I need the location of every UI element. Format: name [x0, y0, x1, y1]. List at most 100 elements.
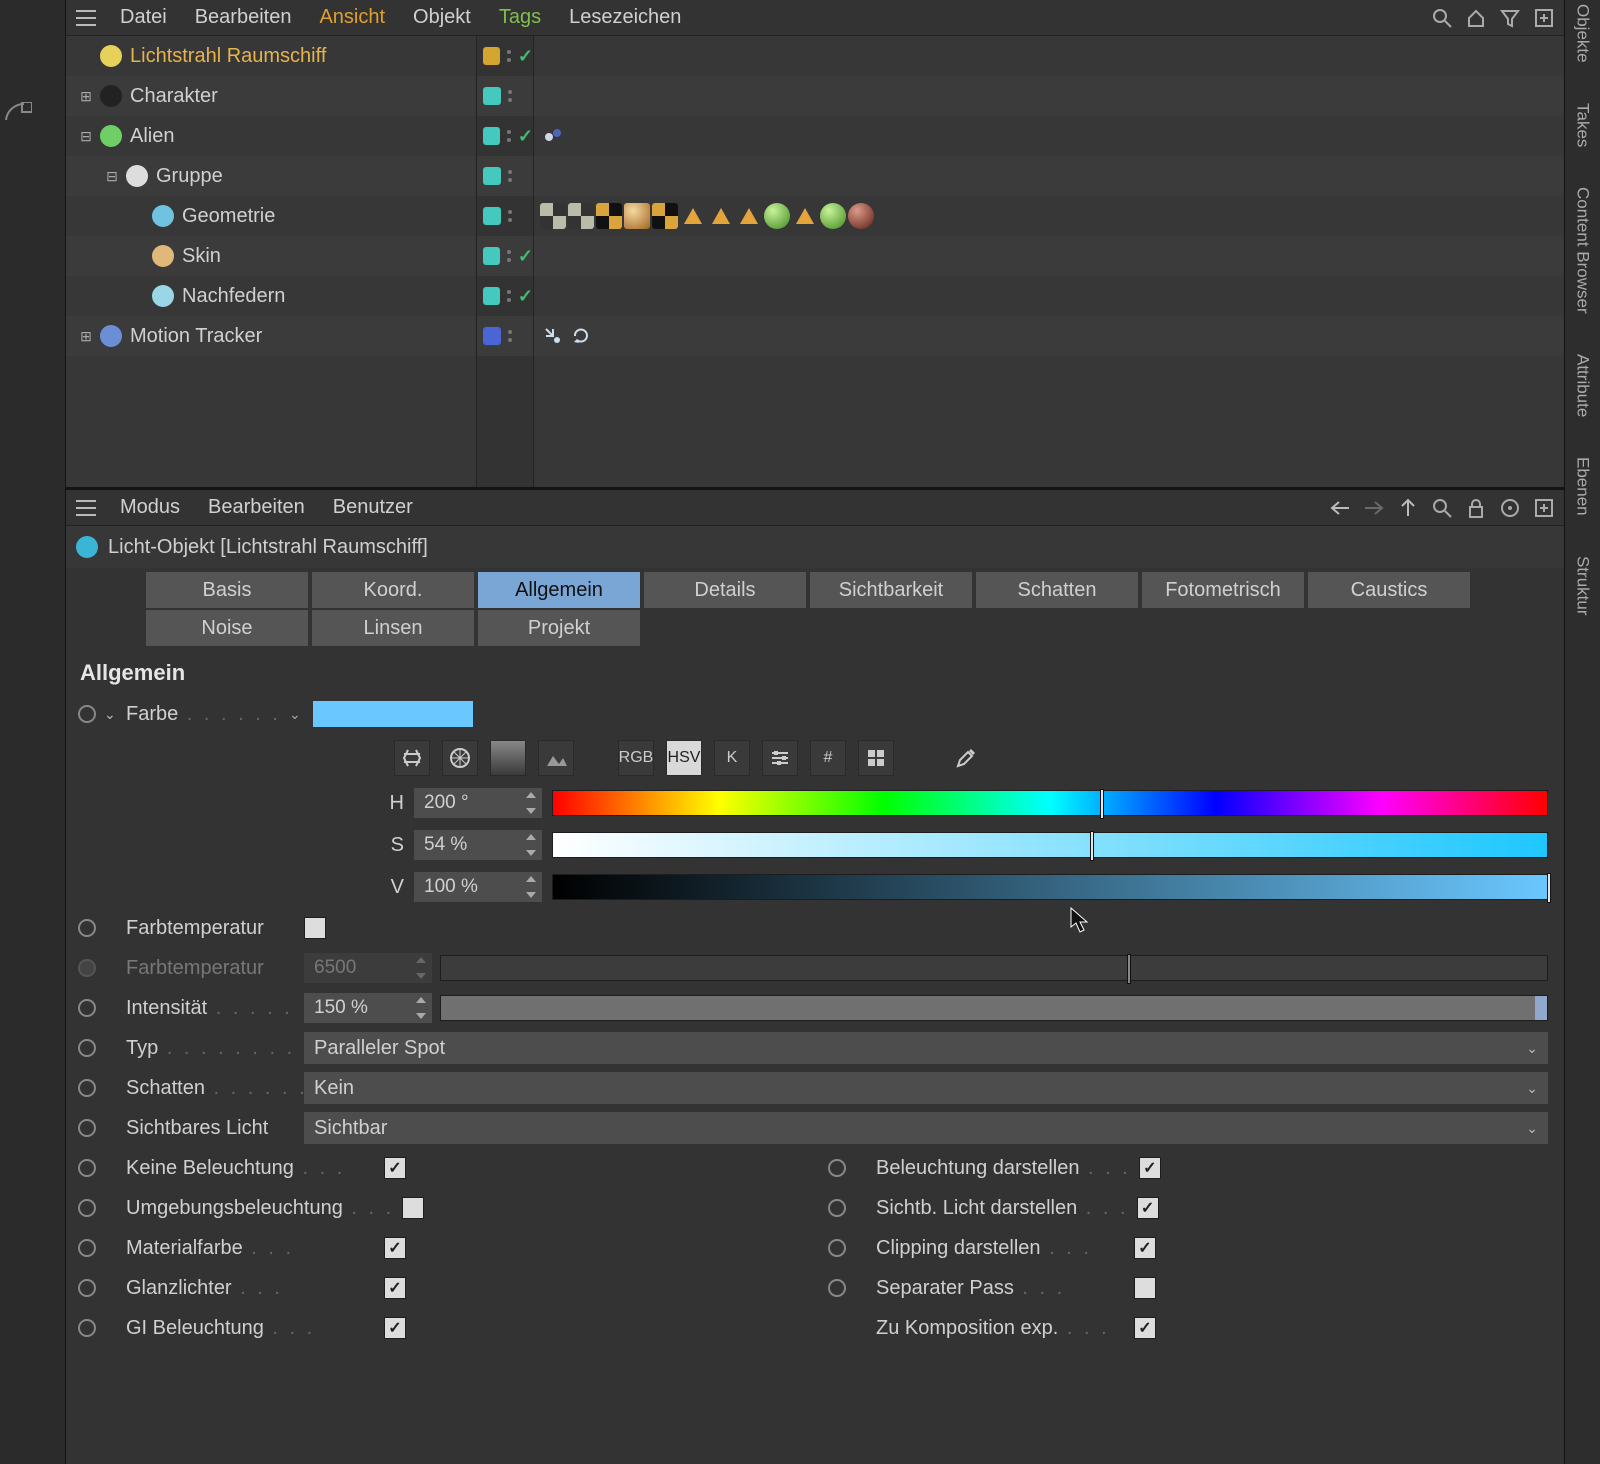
picker-k-button[interactable]: K [714, 740, 750, 776]
maximize-icon[interactable] [1532, 6, 1556, 30]
layer-color-swatch[interactable] [483, 87, 501, 105]
constraint-tag-icon[interactable] [540, 123, 566, 149]
tree-row[interactable]: Lichtstrahl Raumschiff [66, 36, 476, 76]
hsv-S-slider[interactable] [552, 832, 1548, 858]
anim-toggle[interactable] [828, 1199, 846, 1217]
search-icon[interactable] [1430, 496, 1454, 520]
warning-tag-icon[interactable] [708, 203, 734, 229]
anim-toggle[interactable] [78, 1079, 96, 1097]
collapse-icon[interactable]: ⊟ [104, 168, 120, 184]
chevron-down-icon[interactable]: ⌄ [289, 706, 305, 723]
side-tab-ebenen[interactable]: Ebenen [1573, 457, 1593, 516]
anim-toggle[interactable] [78, 1119, 96, 1137]
search-icon[interactable] [1430, 6, 1454, 30]
layer-color-swatch[interactable] [483, 167, 501, 185]
anim-toggle[interactable] [78, 705, 96, 723]
tab-allgemein[interactable]: Allgemein [478, 572, 640, 608]
anim-toggle[interactable] [78, 1319, 96, 1337]
hsv-H-slider[interactable] [552, 790, 1548, 816]
hsv-H-field[interactable]: 200 ° [414, 788, 542, 818]
picker-wheel-icon[interactable] [442, 740, 478, 776]
tree-row[interactable]: Skin [66, 236, 476, 276]
tab-linsen[interactable]: Linsen [312, 610, 474, 646]
color-swatch[interactable] [313, 701, 473, 727]
keine_bel-checkbox[interactable] [384, 1157, 406, 1179]
tree-row[interactable]: ⊟Alien [66, 116, 476, 156]
visibility-dots[interactable] [505, 167, 515, 185]
gi_bel-checkbox[interactable] [384, 1317, 406, 1339]
hsv-V-slider[interactable] [552, 874, 1548, 900]
visibility-dots[interactable] [504, 287, 514, 305]
red-sphere-tag-icon[interactable] [848, 203, 874, 229]
maximize-icon[interactable] [1532, 496, 1556, 520]
tab-koord[interactable]: Koord. [312, 572, 474, 608]
clip_dar-checkbox[interactable] [1134, 1237, 1156, 1259]
expand-icon[interactable]: ⊞ [78, 328, 94, 344]
sphere-tag-icon[interactable] [624, 203, 650, 229]
target-tag-icon[interactable] [540, 323, 566, 349]
tree-row[interactable]: ⊟Gruppe [66, 156, 476, 196]
anim-toggle[interactable] [78, 1239, 96, 1257]
texture-tag-icon[interactable] [568, 203, 594, 229]
side-tab-takes[interactable]: Takes [1573, 103, 1593, 147]
hamburger-icon[interactable] [66, 0, 106, 36]
lock-icon[interactable] [1464, 496, 1488, 520]
layer-color-swatch[interactable] [483, 47, 500, 65]
anim-toggle[interactable] [78, 1039, 96, 1057]
visibility-dots[interactable] [504, 127, 514, 145]
anim-toggle[interactable] [78, 999, 96, 1017]
tab-sichtbarkeit[interactable]: Sichtbarkeit [810, 572, 972, 608]
hsv-V-field[interactable]: 100 % [414, 872, 542, 902]
intensitaet-slider[interactable] [440, 995, 1548, 1021]
loop-tag-icon[interactable] [568, 323, 594, 349]
menu-modus[interactable]: Modus [106, 490, 194, 525]
expand-icon[interactable]: ⊞ [78, 88, 94, 104]
tab-noise[interactable]: Noise [146, 610, 308, 646]
visibility-dots[interactable] [504, 47, 514, 65]
viewport-tool-icon[interactable] [0, 100, 36, 124]
texture-tag-icon[interactable] [540, 203, 566, 229]
menu-lesezeichen[interactable]: Lesezeichen [555, 0, 695, 35]
menu-bearbeiten[interactable]: Bearbeiten [194, 490, 319, 525]
check-icon[interactable]: ✓ [518, 46, 533, 67]
bel_dar-checkbox[interactable] [1139, 1157, 1161, 1179]
mat_farbe-checkbox[interactable] [384, 1237, 406, 1259]
layer-color-swatch[interactable] [483, 287, 500, 305]
anim-toggle[interactable] [828, 1279, 846, 1297]
menu-datei[interactable]: Datei [106, 0, 181, 35]
typ-dropdown[interactable]: Paralleler Spot⌄ [304, 1032, 1548, 1064]
layer-color-swatch[interactable] [483, 207, 501, 225]
tree-row[interactable]: Geometrie [66, 196, 476, 236]
picker-hex-icon[interactable]: # [810, 740, 846, 776]
tab-details[interactable]: Details [644, 572, 806, 608]
picker-sliders-icon[interactable] [762, 740, 798, 776]
komp_exp-checkbox[interactable] [1134, 1317, 1156, 1339]
sep_pass-checkbox[interactable] [1134, 1277, 1156, 1299]
hamburger-icon[interactable] [66, 490, 106, 526]
visibility-dots[interactable] [505, 87, 515, 105]
menu-objekt[interactable]: Objekt [399, 0, 485, 35]
visibility-dots[interactable] [505, 207, 515, 225]
anim-toggle[interactable] [78, 1279, 96, 1297]
nav-fwd-icon[interactable] [1362, 496, 1386, 520]
eyedropper-icon[interactable] [948, 740, 984, 776]
layer-color-swatch[interactable] [483, 247, 500, 265]
nav-back-icon[interactable] [1328, 496, 1352, 520]
tab-basis[interactable]: Basis [146, 572, 308, 608]
tree-row[interactable]: Nachfedern [66, 276, 476, 316]
picker-rgb-button[interactable]: RGB [618, 740, 654, 776]
home-icon[interactable] [1464, 6, 1488, 30]
picker-image-icon[interactable] [538, 740, 574, 776]
tree-row[interactable]: ⊞Motion Tracker [66, 316, 476, 356]
side-tab-contentbrowser[interactable]: Content Browser [1573, 187, 1593, 314]
tab-fotometrisch[interactable]: Fotometrisch [1142, 572, 1304, 608]
tab-projekt[interactable]: Projekt [478, 610, 640, 646]
hsv-S-field[interactable]: 54 % [414, 830, 542, 860]
green-sphere-tag-icon[interactable] [820, 203, 846, 229]
collapse-icon[interactable]: ⊟ [78, 128, 94, 144]
tab-caustics[interactable]: Caustics [1308, 572, 1470, 608]
object-tree[interactable]: Lichtstrahl Raumschiff⊞Charakter⊟Alien⊟G… [66, 36, 476, 487]
picker-spectrum-icon[interactable] [394, 740, 430, 776]
visibility-dots[interactable] [505, 327, 515, 345]
check-icon[interactable]: ✓ [518, 246, 533, 267]
